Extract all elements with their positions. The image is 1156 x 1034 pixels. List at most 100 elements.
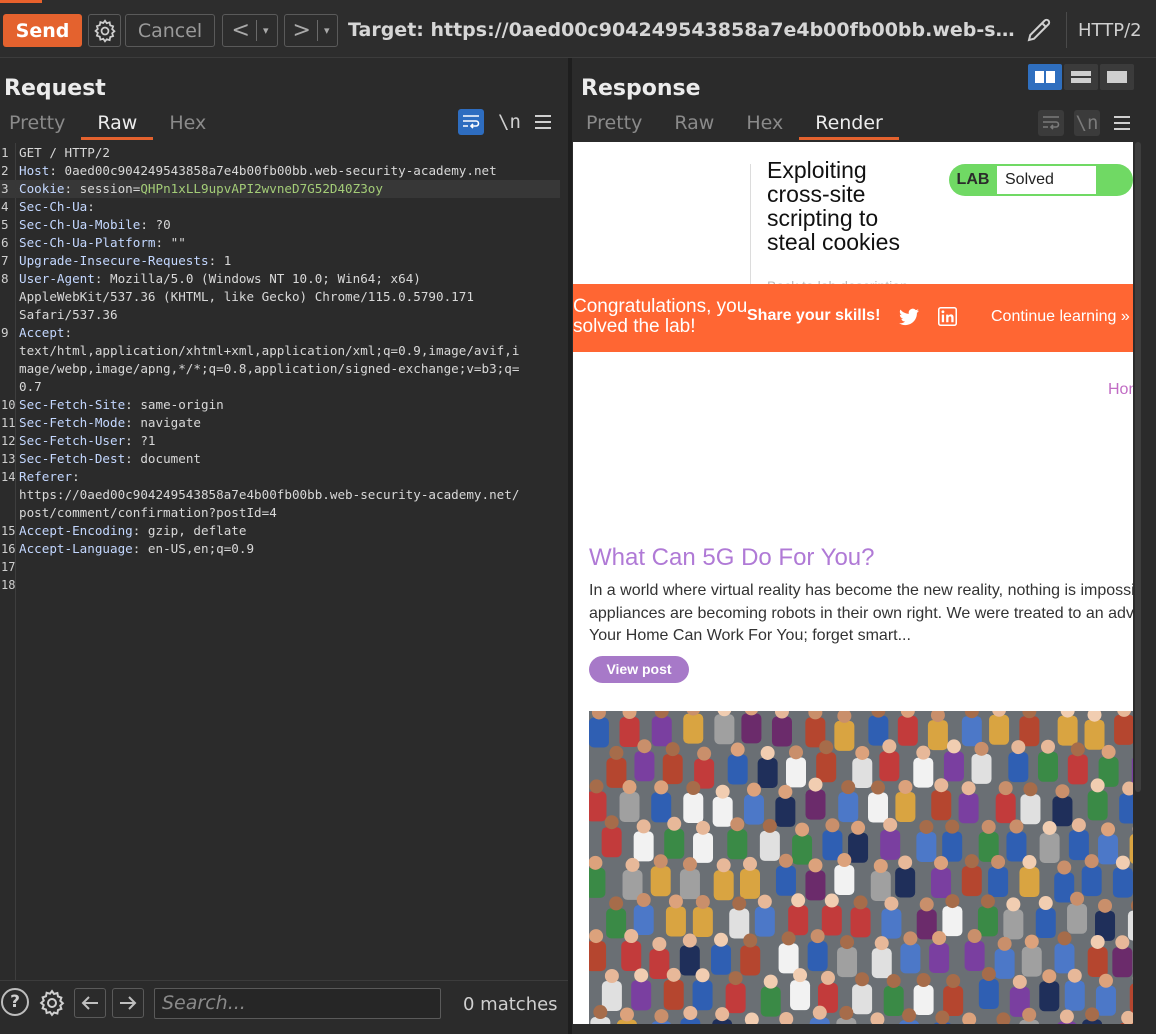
previous-match-button[interactable] (74, 988, 106, 1018)
target-url: Target: https://0aed00c904249543858a7e4b… (348, 19, 1018, 41)
settings-button[interactable] (88, 14, 121, 47)
tab-render[interactable]: Render (799, 110, 899, 140)
crowd-person (942, 894, 963, 937)
pencil-icon[interactable] (1024, 15, 1054, 45)
post-summary: In a world where virtual reality has bec… (589, 580, 1133, 648)
tab-raw[interactable]: Raw (658, 110, 730, 140)
post-title[interactable]: What Can 5G Do For You? (589, 544, 875, 572)
history-forward-button[interactable]: > ▾ (284, 14, 338, 47)
code-text: post/comment/confirmation?postId=4 (19, 504, 277, 522)
arrow-right-icon (120, 996, 137, 1010)
crowd-person (1087, 934, 1108, 977)
header-separator: : (132, 541, 148, 556)
crowd-person (651, 780, 672, 823)
crowd-illustration (589, 711, 1133, 1024)
code-line: 2 Host: 0aed00c904249543858a7e4b00fb00bb.… (0, 162, 560, 180)
single-layout-icon[interactable] (1100, 64, 1134, 90)
crowd-person (740, 933, 761, 976)
crowd-person (622, 857, 643, 900)
crowd-person (649, 936, 670, 979)
crowd-person (850, 895, 871, 938)
header-value: gzip, deflate (147, 523, 247, 538)
code-text: Referer: (19, 468, 80, 486)
header-value: ?0 (155, 217, 171, 232)
crowd-person (943, 973, 964, 1016)
side-by-side-layout-icon[interactable] (1028, 64, 1062, 90)
response-editor-options: \n (1038, 110, 1130, 136)
lab-title: Exploiting cross-site scripting to steal… (767, 157, 900, 255)
word-wrap-icon[interactable] (1038, 110, 1064, 136)
code-text: 0.7 (19, 378, 42, 396)
code-line: 11 Sec-Fetch-Mode: navigate (0, 414, 560, 432)
header-value: 1 (223, 253, 232, 268)
help-icon[interactable]: ? (1, 988, 29, 1016)
tab-pretty[interactable]: Pretty (570, 110, 658, 140)
show-newlines-icon[interactable]: \n (498, 111, 521, 133)
crowd-person (1020, 782, 1041, 825)
menu-icon[interactable] (534, 115, 551, 129)
show-newlines-icon[interactable]: \n (1076, 112, 1099, 134)
crowd-person (589, 929, 607, 972)
crowd-person (961, 854, 982, 897)
crowd-person (679, 933, 700, 976)
back-arrow-icon: < (231, 18, 250, 43)
word-wrap-icon[interactable] (458, 109, 484, 135)
code-text: User-Agent: Mozilla/5.0 (Windows NT 10.0… (19, 270, 421, 288)
header-name: Sec-Fetch-User (19, 433, 126, 448)
next-match-button[interactable] (112, 988, 144, 1018)
crowd-person (868, 780, 889, 823)
header-value: ?1 (140, 433, 156, 448)
crowd-person (852, 745, 873, 788)
tab-hex[interactable]: Hex (730, 110, 799, 140)
crowd-person (881, 896, 902, 939)
line-number: 6 (1, 235, 9, 250)
forward-dropdown-icon[interactable]: ▾ (324, 24, 330, 37)
crowd-person (895, 779, 916, 822)
twitter-icon[interactable] (899, 308, 919, 326)
code-text: GET / HTTP/2 (19, 144, 110, 162)
code-text: Accept-Encoding: gzip, deflate (19, 522, 246, 540)
view-post-button[interactable]: View post (589, 656, 689, 683)
tab-raw[interactable]: Raw (81, 110, 154, 140)
request-editor[interactable]: 1 GET / HTTP/2 2 Host: 0aed00c904249543858a… (0, 143, 568, 980)
tab-pretty[interactable]: Pretty (0, 110, 81, 140)
code-line: 12 Sec-Fetch-User: ?1 (0, 432, 560, 450)
header-value: navigate (140, 415, 201, 430)
stacked-layout-icon[interactable] (1064, 64, 1098, 90)
crowd-person (958, 781, 979, 824)
post-summary-line: appliances are becoming robots in their … (589, 604, 1133, 622)
rendered-page[interactable]: Exploiting cross-site scripting to steal… (573, 142, 1133, 1024)
send-button[interactable]: Send (3, 14, 82, 47)
congrats-message: Congratulations, you solved the lab! (573, 296, 748, 337)
http-version-label[interactable]: HTTP/2 (1078, 20, 1142, 41)
crowd-person (1039, 969, 1060, 1012)
crowd-person (1095, 898, 1116, 941)
menu-icon[interactable] (1114, 116, 1130, 130)
code-text: Sec-Ch-Ua: (19, 198, 95, 216)
header-separator: : (125, 397, 141, 412)
cancel-button[interactable]: Cancel (125, 14, 215, 47)
header-value: "" (170, 235, 186, 250)
linkedin-icon[interactable] (938, 307, 957, 326)
crowd-person (616, 1007, 637, 1024)
tab-hex[interactable]: Hex (153, 110, 222, 140)
crowd-person (871, 936, 892, 979)
code-text: Upgrade-Insecure-Requests: 1 (19, 252, 231, 270)
code-line: 8 User-Agent: Mozilla/5.0 (Windows NT 10.… (0, 270, 560, 288)
gear-icon[interactable] (37, 988, 67, 1018)
crowd-person (1019, 711, 1040, 747)
crowd-person (1021, 934, 1042, 977)
crowd-person (1119, 781, 1133, 824)
back-dropdown-icon[interactable]: ▾ (263, 24, 269, 37)
crowd-person (693, 820, 714, 863)
search-input[interactable]: Search... (154, 988, 441, 1019)
history-back-button[interactable]: < ▾ (222, 14, 278, 47)
header-separator: : (72, 469, 80, 484)
scrollbar[interactable] (1135, 142, 1141, 792)
home-link[interactable]: Hom (1108, 381, 1133, 399)
continue-learning-link[interactable]: Continue learning » (991, 308, 1130, 326)
code-text: Accept-Language: en-US,en;q=0.9 (19, 540, 254, 558)
crowd-person (589, 779, 607, 822)
crowd-person (727, 742, 748, 785)
crowd-person (692, 894, 713, 937)
